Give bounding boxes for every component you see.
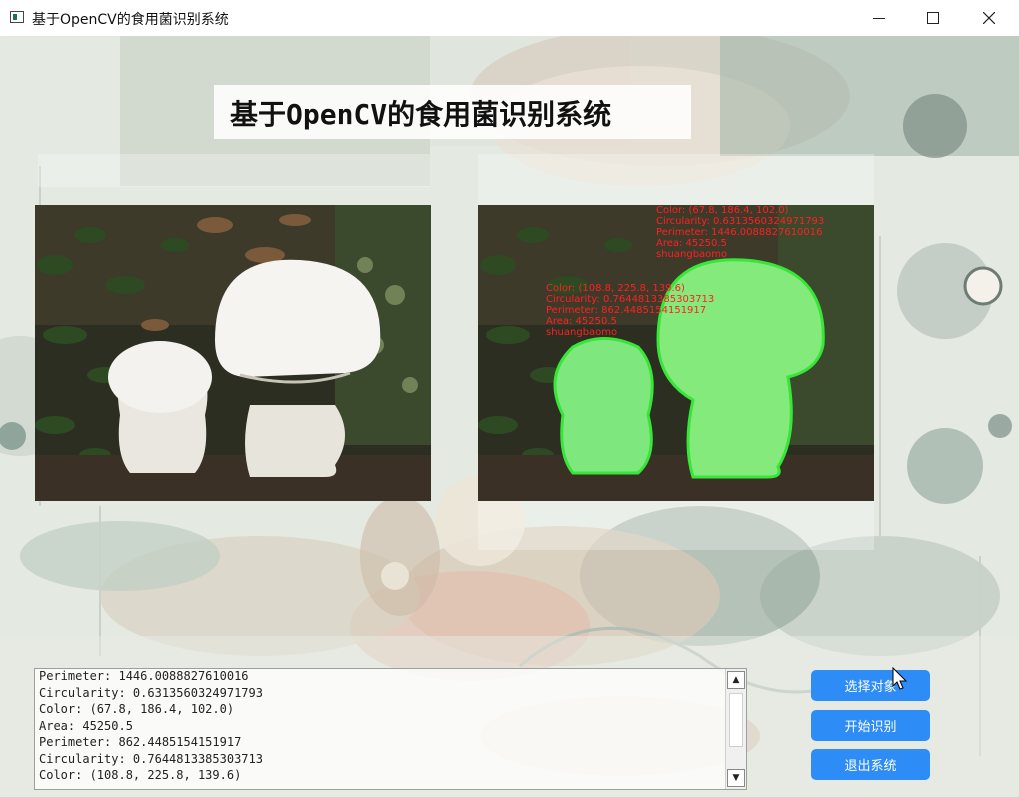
annotation-line: shuangbaomo	[656, 249, 727, 260]
annotation-line: Circularity: 0.7644813385303713	[546, 294, 714, 305]
close-icon	[983, 12, 995, 24]
result-text: Perimeter: 1446.0088827610016 Circularity…	[39, 668, 263, 784]
processed-mushroom-image: Color: (67.8, 186.4, 102.0) Circularity: …	[478, 205, 874, 501]
minimize-icon	[873, 17, 885, 19]
result-textarea[interactable]: Perimeter: 1446.0088827610016 Circularity…	[34, 668, 747, 790]
annotation-line: Area: 45250.5	[546, 316, 617, 327]
contour-small-mushroom	[553, 337, 654, 475]
annotation-line: Area: 45250.5	[656, 238, 727, 249]
title-bar: 基于OpenCV的食用菌识别系统	[0, 0, 1019, 36]
window-app-icon	[10, 11, 24, 23]
minimize-button[interactable]	[852, 0, 906, 36]
result-line: Color: (108.8, 225.8, 139.6)	[39, 768, 242, 782]
result-line: Perimeter: 862.4485154151917	[39, 735, 242, 749]
result-line: Circularity: 0.7644813385303713	[39, 751, 263, 766]
vertical-scrollbar[interactable]: ▲ ▼	[725, 669, 746, 789]
annotation-line: Perimeter: 1446.0088827610016	[656, 227, 823, 238]
exit-system-button[interactable]: 退出系统	[811, 749, 930, 780]
scroll-down-arrow-icon: ▼	[732, 773, 740, 783]
scroll-up-button[interactable]: ▲	[727, 671, 745, 689]
window-title: 基于OpenCV的食用菌识别系统	[32, 12, 229, 28]
mouse-pointer-icon	[892, 667, 908, 690]
maximize-button[interactable]	[906, 0, 960, 36]
start-recognition-button[interactable]: 开始识别	[811, 710, 930, 741]
page-title: 基于OpenCV的食用菌识别系统	[230, 98, 612, 131]
annotation-line: Color: (108.8, 225.8, 139.6)	[546, 283, 685, 294]
result-line: Color: (67.8, 186.4, 102.0)	[39, 702, 235, 716]
scroll-down-button[interactable]: ▼	[727, 769, 745, 787]
main-area: 基于OpenCV的食用菌识别系统 Color: (67.8, 186.4, 10…	[0, 36, 1019, 797]
scroll-thumb[interactable]	[729, 693, 743, 747]
app-window: 基于OpenCV的食用菌识别系统 基于OpenCV的食用菌识别系统 Color:…	[0, 0, 1019, 797]
annotation-line: shuangbaomo	[546, 327, 617, 338]
annotation-line: Perimeter: 862.4485154151917	[546, 305, 706, 316]
annotation-line: Color: (67.8, 186.4, 102.0)	[656, 205, 789, 216]
result-line: Perimeter: 1446.0088827610016	[39, 669, 249, 683]
annotation-line: Circularity: 0.6313560324971793	[656, 216, 824, 227]
select-object-button[interactable]: 选择对象	[811, 670, 930, 701]
maximize-icon	[927, 12, 939, 24]
left-panel-strip	[38, 154, 430, 187]
result-line: Area: 45250.5	[39, 718, 133, 733]
close-button[interactable]	[962, 0, 1016, 36]
original-mushroom-image	[35, 205, 431, 501]
scroll-up-arrow-icon: ▲	[732, 675, 740, 685]
header-banner: 基于OpenCV的食用菌识别系统	[214, 85, 691, 139]
result-line: Circularity: 0.6313560324971793	[39, 685, 263, 700]
